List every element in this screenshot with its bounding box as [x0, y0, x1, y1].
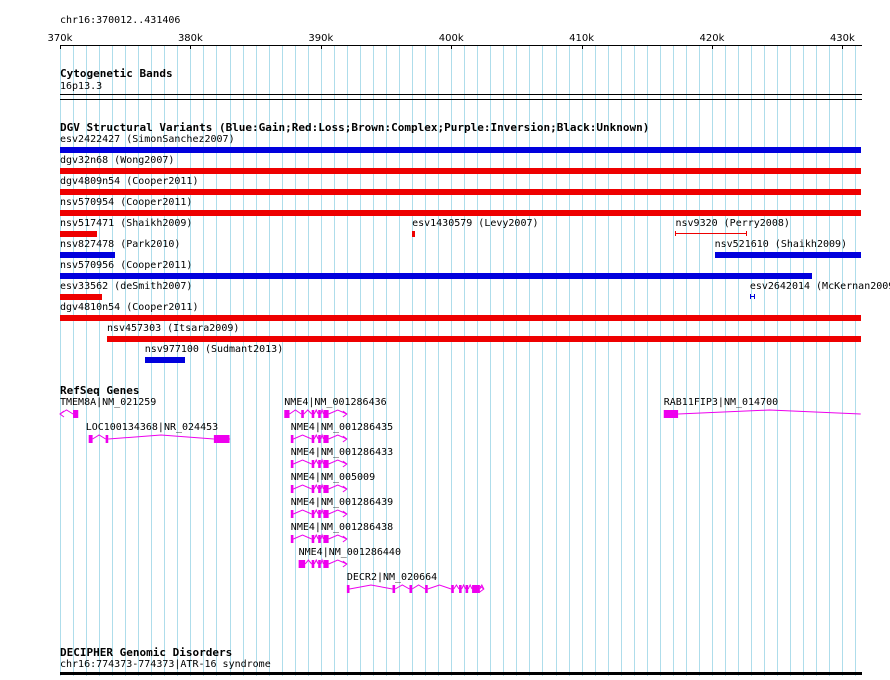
cyto-track-title[interactable]: Cytogenetic Bands [60, 67, 173, 80]
dgv-feature-bar[interactable] [144, 357, 186, 363]
dgv-feature-label[interactable]: nsv570954 (Cooper2011) [60, 197, 192, 209]
refseq-gene-label[interactable]: NME4|NM_005009 [291, 472, 375, 484]
cyto-band-bar[interactable] [60, 94, 862, 95]
decipher-track-title[interactable]: DECIPHER Genomic Disorders [60, 646, 232, 659]
dgv-feature-bar[interactable] [60, 231, 97, 237]
ruler-tick-mark [451, 45, 452, 49]
decipher-feature-bar[interactable] [60, 672, 862, 675]
refseq-gene-label[interactable]: LOC100134368|NR_024453 [86, 422, 218, 434]
position-label: chr16:370012..431406 [60, 15, 181, 26]
ruler-tick-label: 370k [47, 33, 73, 44]
dgv-feature-label[interactable]: nsv827478 (Park2010) [60, 239, 180, 251]
refseq-gene-label[interactable]: NME4|NM_001286439 [291, 497, 393, 509]
dgv-track-title[interactable]: DGV Structural Variants (Blue:Gain;Red:L… [60, 121, 649, 134]
refseq-gene-label[interactable]: TMEM8A|NM_021259 [60, 397, 156, 409]
ruler-tick-mark [60, 45, 61, 49]
dgv-feature-bar[interactable] [714, 252, 861, 258]
dgv-feature-label[interactable]: esv1430579 (Levy2007) [412, 218, 538, 230]
dgv-feature-label[interactable]: dgv4809n54 (Cooper2011) [60, 176, 198, 188]
dgv-feature-bar[interactable] [675, 233, 748, 234]
dgv-feature-bar[interactable] [60, 273, 813, 279]
ruler-tick-mark [712, 45, 713, 49]
dgv-feature-bar[interactable] [60, 168, 861, 174]
cyto-band-outline [60, 99, 862, 100]
refseq-gene-label[interactable]: NME4|NM_001286440 [299, 547, 401, 559]
dgv-feature-label[interactable]: dgv4810n54 (Cooper2011) [60, 302, 198, 314]
ruler-tick-mark [582, 45, 583, 49]
refseq-gene-label[interactable]: NME4|NM_001286433 [291, 447, 393, 459]
refseq-gene-label[interactable]: NME4|NM_001286438 [291, 522, 393, 534]
dgv-feature-bar[interactable] [60, 210, 861, 216]
ruler-tick-mark [842, 45, 843, 49]
ruler-tick-label: 430k [829, 33, 855, 44]
ruler-tick-label: 380k [177, 33, 203, 44]
ruler-axis [60, 45, 862, 46]
refseq-track-title[interactable]: RefSeq Genes [60, 384, 139, 397]
dgv-feature-bar[interactable] [60, 315, 861, 321]
dgv-feature-label[interactable]: nsv9320 (Perry2008) [675, 218, 789, 230]
ruler-tick-mark [321, 45, 322, 49]
dgv-feature-label[interactable]: esv2422427 (SimonSanchez2007) [60, 134, 235, 146]
refseq-gene-label[interactable]: NME4|NM_001286436 [284, 397, 386, 409]
dgv-feature-label[interactable]: nsv977100 (Sudmant2013) [145, 344, 283, 356]
dgv-feature-label[interactable]: esv33562 (deSmith2007) [60, 281, 192, 293]
ruler-tick-label: 400k [438, 33, 464, 44]
dgv-feature-label[interactable]: nsv521610 (Shaikh2009) [715, 239, 847, 251]
refseq-gene-label[interactable]: DECR2|NM_020664 [347, 572, 437, 584]
decipher-feature-label[interactable]: chr16:774373-774373|ATR-16 syndrome [60, 659, 271, 671]
dgv-feature-bar[interactable] [412, 231, 415, 237]
dgv-feature-bar[interactable] [60, 189, 861, 195]
dgv-feature-label[interactable]: dgv32n68 (Wong2007) [60, 155, 174, 167]
ruler-tick-label: 410k [569, 33, 595, 44]
ruler-tick-mark [190, 45, 191, 49]
ruler-tick-label: 390k [308, 33, 334, 44]
refseq-gene-label[interactable]: NME4|NM_001286435 [291, 422, 393, 434]
dgv-feature-bar[interactable] [60, 294, 102, 300]
dgv-feature-label[interactable]: nsv457303 (Itsara2009) [107, 323, 239, 335]
cyto-band-label: 16p13.3 [60, 81, 103, 92]
dgv-feature-bar[interactable] [60, 252, 115, 258]
dgv-feature-bar[interactable] [749, 296, 756, 297]
refseq-gene-label[interactable]: RAB11FIP3|NM_014700 [664, 397, 778, 409]
ruler-tick-label: 420k [699, 33, 725, 44]
dgv-feature-bar[interactable] [60, 147, 861, 153]
dgv-feature-label[interactable]: nsv517471 (Shaikh2009) [60, 218, 192, 230]
dgv-feature-bar[interactable] [106, 336, 861, 342]
dgv-feature-label[interactable]: nsv570956 (Cooper2011) [60, 260, 192, 272]
dgv-feature-label[interactable]: esv2642014 (McKernan2009) [750, 281, 890, 293]
